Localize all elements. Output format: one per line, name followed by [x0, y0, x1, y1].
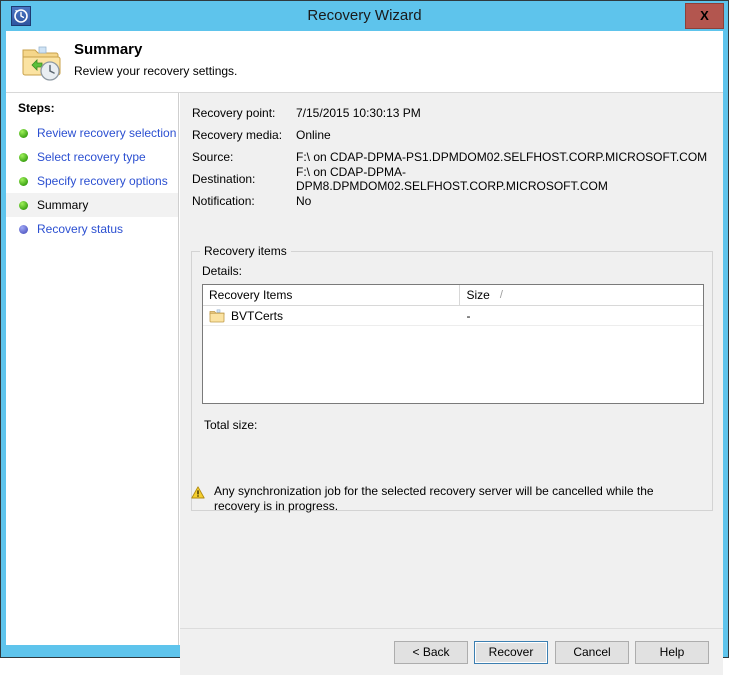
field-recovery-media: Recovery media: Online	[192, 124, 712, 146]
footer-bar: < Back Recover Cancel Help	[180, 629, 723, 675]
field-value: F:\ on CDAP-DPMA-DPM8.DPMDOM02.SELFHOST.…	[296, 165, 608, 193]
column-header-recovery-items[interactable]: Recovery Items	[203, 285, 461, 305]
column-label: Size	[466, 288, 490, 302]
sidebar-item-label: Review recovery selection	[37, 126, 177, 140]
folder-icon	[209, 309, 225, 323]
field-label: Source:	[192, 150, 234, 164]
field-notification: Notification: No	[192, 190, 712, 212]
warning-text: Any synchronization job for the selected…	[214, 484, 654, 513]
field-value: No	[296, 194, 312, 208]
summary-fields: Recovery point: 7/15/2015 10:30:13 PM Re…	[192, 102, 712, 212]
recovery-items-group: Recovery items Details: Recovery Items S…	[191, 244, 713, 511]
field-label: Destination:	[192, 172, 256, 186]
sidebar-item-summary[interactable]: Summary	[6, 193, 178, 217]
recovery-wizard-window: Recovery Wizard X Summary Review your re…	[0, 0, 729, 675]
sidebar-item-review-recovery-selection[interactable]: Review recovery selection	[6, 121, 178, 145]
page-header: Summary Review your recovery settings.	[6, 31, 723, 93]
listview-header: Recovery Items Size /	[203, 285, 703, 306]
steps-heading: Steps:	[18, 101, 55, 115]
step-status-dot-icon	[19, 176, 28, 186]
sort-indicator-icon: /	[499, 289, 503, 301]
recover-button[interactable]: Recover	[474, 641, 548, 664]
group-title: Recovery items	[200, 244, 291, 258]
sidebar-item-label: Summary	[37, 198, 89, 212]
title-bar: Recovery Wizard X	[1, 1, 728, 31]
details-label: Details:	[202, 264, 243, 278]
step-status-dot-icon	[19, 200, 28, 210]
table-row[interactable]: BVTCerts -	[203, 306, 703, 326]
field-label: Recovery point:	[192, 106, 276, 120]
step-status-dot-icon	[19, 152, 28, 162]
step-status-dot-icon	[19, 128, 28, 138]
window-title: Recovery Wizard	[307, 7, 422, 24]
close-button[interactable]: X	[685, 3, 724, 29]
page-title: Summary	[74, 41, 143, 58]
recovery-items-listview[interactable]: Recovery Items Size / BVTCerts -	[202, 284, 704, 404]
folder-recovery-icon	[19, 41, 63, 83]
warning-message: Any synchronization job for the selected…	[191, 484, 713, 514]
field-label: Recovery media:	[192, 128, 283, 142]
step-status-dot-icon	[19, 224, 28, 234]
field-value: Online	[296, 128, 331, 142]
sidebar-item-select-recovery-type[interactable]: Select recovery type	[6, 145, 178, 169]
steps-list: Review recovery selection Select recover…	[6, 121, 178, 241]
page-subtitle: Review your recovery settings.	[74, 64, 238, 78]
sidebar-item-label: Select recovery type	[37, 150, 146, 164]
content-pane: Recovery point: 7/15/2015 10:30:13 PM Re…	[180, 93, 723, 645]
total-size-label: Total size:	[204, 418, 258, 432]
field-value: 7/15/2015 10:30:13 PM	[296, 106, 421, 120]
field-label: Notification:	[192, 194, 255, 208]
field-recovery-point: Recovery point: 7/15/2015 10:30:13 PM	[192, 102, 712, 124]
back-button[interactable]: < Back	[394, 641, 468, 664]
field-value: F:\ on CDAP-DPMA-PS1.DPMDOM02.SELFHOST.C…	[296, 150, 708, 164]
help-button[interactable]: Help	[635, 641, 709, 664]
field-destination: Destination: F:\ on CDAP-DPMA-DPM8.DPMDO…	[192, 165, 712, 193]
column-label: Recovery Items	[209, 288, 293, 302]
cell-item-name: BVTCerts	[203, 309, 460, 323]
sidebar-item-specify-recovery-options[interactable]: Specify recovery options	[6, 169, 178, 193]
steps-sidebar: Steps: Review recovery selection Select …	[6, 93, 179, 645]
client-area: Summary Review your recovery settings. S…	[6, 31, 723, 675]
cell-item-size: -	[466, 308, 471, 323]
column-header-size[interactable]: Size /	[460, 285, 703, 305]
sidebar-item-label: Recovery status	[37, 222, 124, 236]
sidebar-item-recovery-status[interactable]: Recovery status	[6, 217, 178, 241]
item-name-label: BVTCerts	[231, 308, 284, 323]
sidebar-item-label: Specify recovery options	[37, 174, 168, 188]
warning-triangle-icon	[191, 486, 205, 499]
cancel-button[interactable]: Cancel	[555, 641, 629, 664]
